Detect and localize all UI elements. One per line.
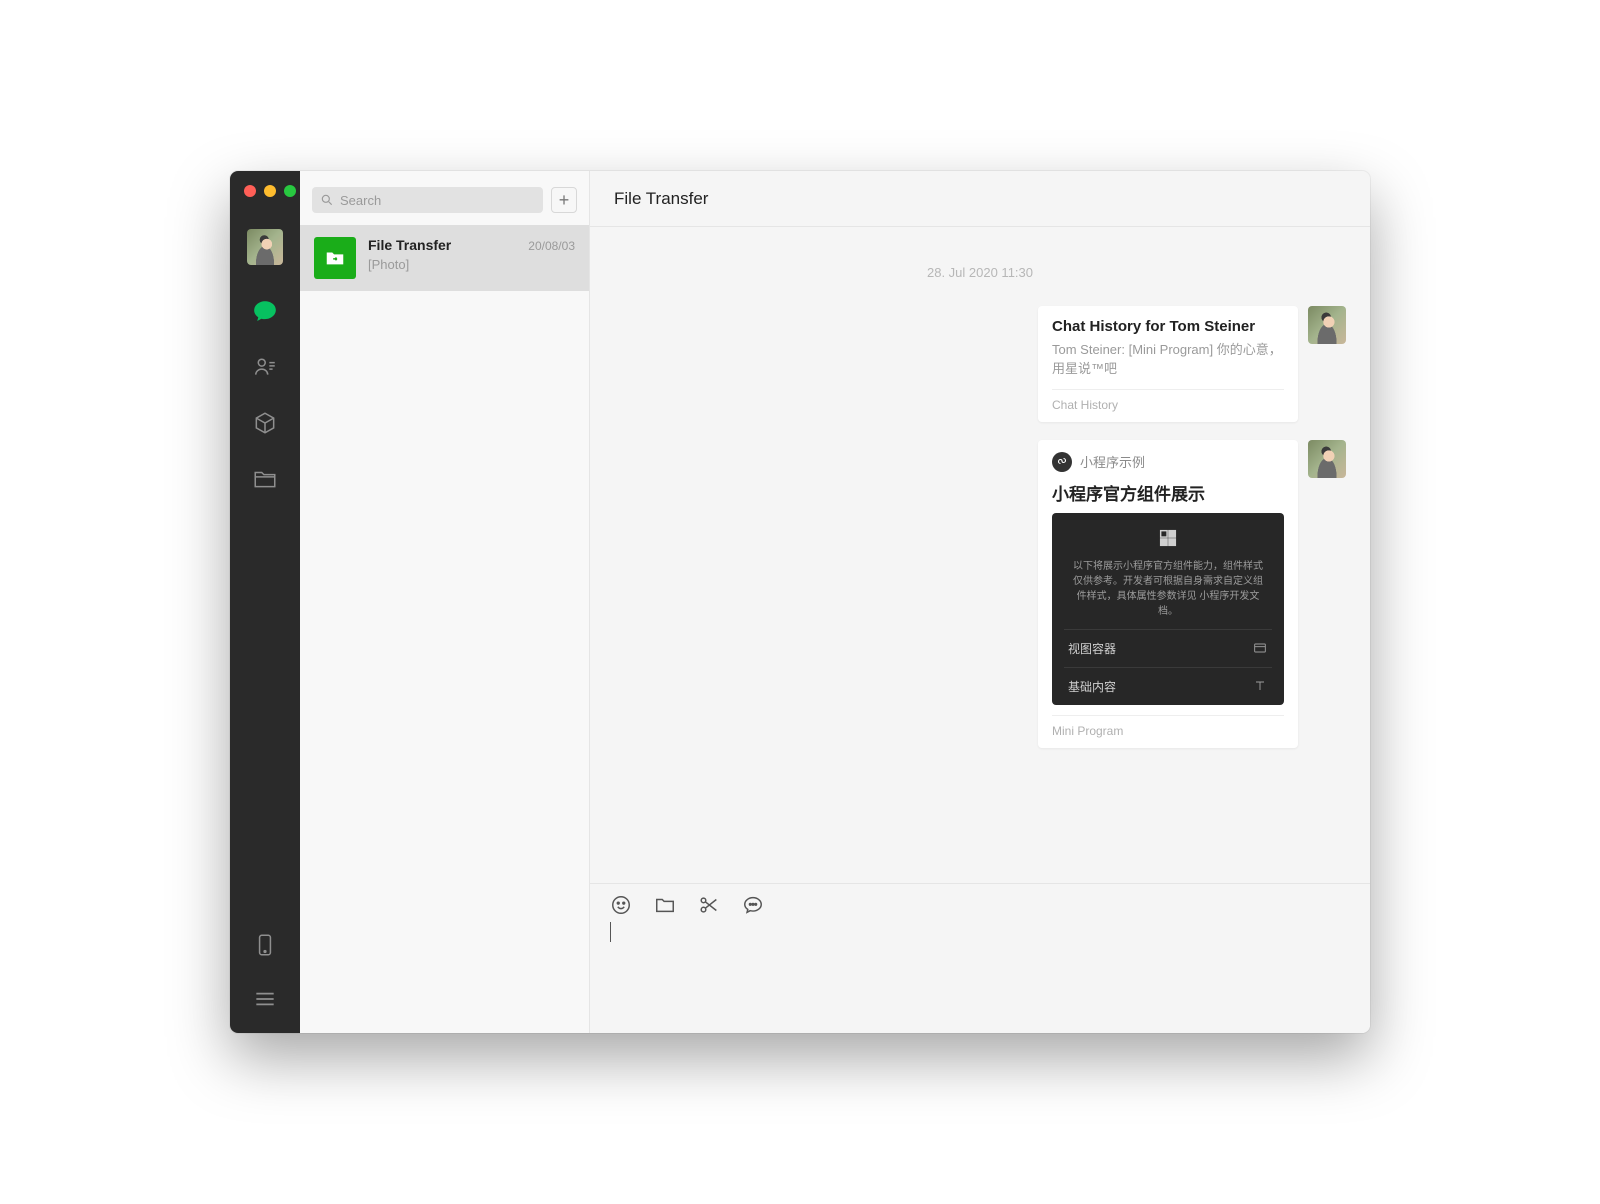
mini-program-row: 基础内容 — [1064, 667, 1272, 705]
favorites-tab[interactable] — [251, 409, 279, 437]
mini-program-description: 以下将展示小程序官方组件能力，组件样式仅供参考。开发者可根据自身需求自定义组件样… — [1064, 559, 1272, 629]
chat-history-card[interactable]: Chat History for Tom Steiner Tom Steiner… — [1038, 306, 1298, 422]
grid-icon — [1064, 527, 1272, 549]
conversation-item[interactable]: File Transfer 20/08/03 [Photo] — [300, 225, 589, 291]
chat-header: File Transfer — [590, 171, 1370, 227]
folder-icon — [252, 466, 278, 492]
conversation-title: File Transfer — [368, 237, 451, 253]
folder-arrow-icon — [324, 247, 346, 269]
conversation-time: 20/08/03 — [528, 239, 575, 253]
chat-title: File Transfer — [614, 189, 708, 209]
mini-program-row: 视图容器 — [1064, 629, 1272, 667]
chat-body: 28. Jul 2020 11:30 Chat History for Tom … — [590, 227, 1370, 883]
window-controls — [244, 185, 296, 197]
message-input-area — [590, 883, 1370, 1033]
text-icon — [1252, 678, 1268, 694]
search-placeholder: Search — [340, 193, 381, 208]
contacts-icon — [252, 354, 278, 380]
container-icon — [1252, 640, 1268, 656]
mini-program-app-name: 小程序示例 — [1080, 452, 1145, 471]
conversation-preview: [Photo] — [368, 257, 575, 272]
chat-panel: File Transfer 28. Jul 2020 11:30 Chat Hi… — [590, 171, 1370, 1033]
mini-program-card[interactable]: 小程序示例 小程序官方组件展示 以下将展示小程序官方组件能力，组件样式仅供参考。… — [1038, 440, 1298, 748]
card-footer: Mini Program — [1052, 715, 1284, 738]
chat-bubble-icon — [252, 298, 278, 324]
conversation-list: Search + File Transfer 20/08/03 [Photo] — [300, 171, 590, 1033]
search-icon — [320, 193, 334, 207]
sender-avatar[interactable] — [1308, 306, 1346, 344]
cube-icon — [252, 410, 278, 436]
mini-program-row-label: 基础内容 — [1068, 678, 1116, 695]
search-input[interactable]: Search — [312, 187, 543, 213]
new-chat-button[interactable]: + — [551, 187, 577, 213]
mini-program-header: 小程序示例 — [1052, 452, 1284, 472]
search-row: Search + — [300, 171, 589, 225]
minimize-window-button[interactable] — [264, 185, 276, 197]
profile-avatar[interactable] — [247, 229, 283, 265]
maximize-window-button[interactable] — [284, 185, 296, 197]
chat-timestamp: 28. Jul 2020 11:30 — [614, 265, 1346, 280]
sender-avatar[interactable] — [1308, 440, 1346, 478]
contacts-tab[interactable] — [251, 353, 279, 381]
message-textarea[interactable] — [230, 913, 1370, 1033]
files-tab[interactable] — [251, 465, 279, 493]
mini-program-row-label: 视图容器 — [1068, 640, 1116, 657]
app-window: Search + File Transfer 20/08/03 [Photo] — [230, 171, 1370, 1033]
card-body: Tom Steiner: [Mini Program] 你的心意，用星说™吧 — [1052, 341, 1284, 379]
mini-program-logo-icon — [1052, 452, 1072, 472]
card-title: Chat History for Tom Steiner — [1052, 318, 1284, 335]
chats-tab[interactable] — [251, 297, 279, 325]
mini-program-preview: 以下将展示小程序官方组件能力，组件样式仅供参考。开发者可根据自身需求自定义组件样… — [1052, 513, 1284, 705]
conversation-avatar — [314, 237, 356, 279]
plus-icon: + — [559, 190, 570, 211]
close-window-button[interactable] — [244, 185, 256, 197]
mini-program-title: 小程序官方组件展示 — [1052, 480, 1284, 505]
message-row: 小程序示例 小程序官方组件展示 以下将展示小程序官方组件能力，组件样式仅供参考。… — [614, 440, 1346, 748]
conversation-text: File Transfer 20/08/03 [Photo] — [368, 237, 575, 279]
sidebar — [230, 171, 300, 1033]
message-row: Chat History for Tom Steiner Tom Steiner… — [614, 306, 1346, 422]
card-footer: Chat History — [1052, 389, 1284, 412]
